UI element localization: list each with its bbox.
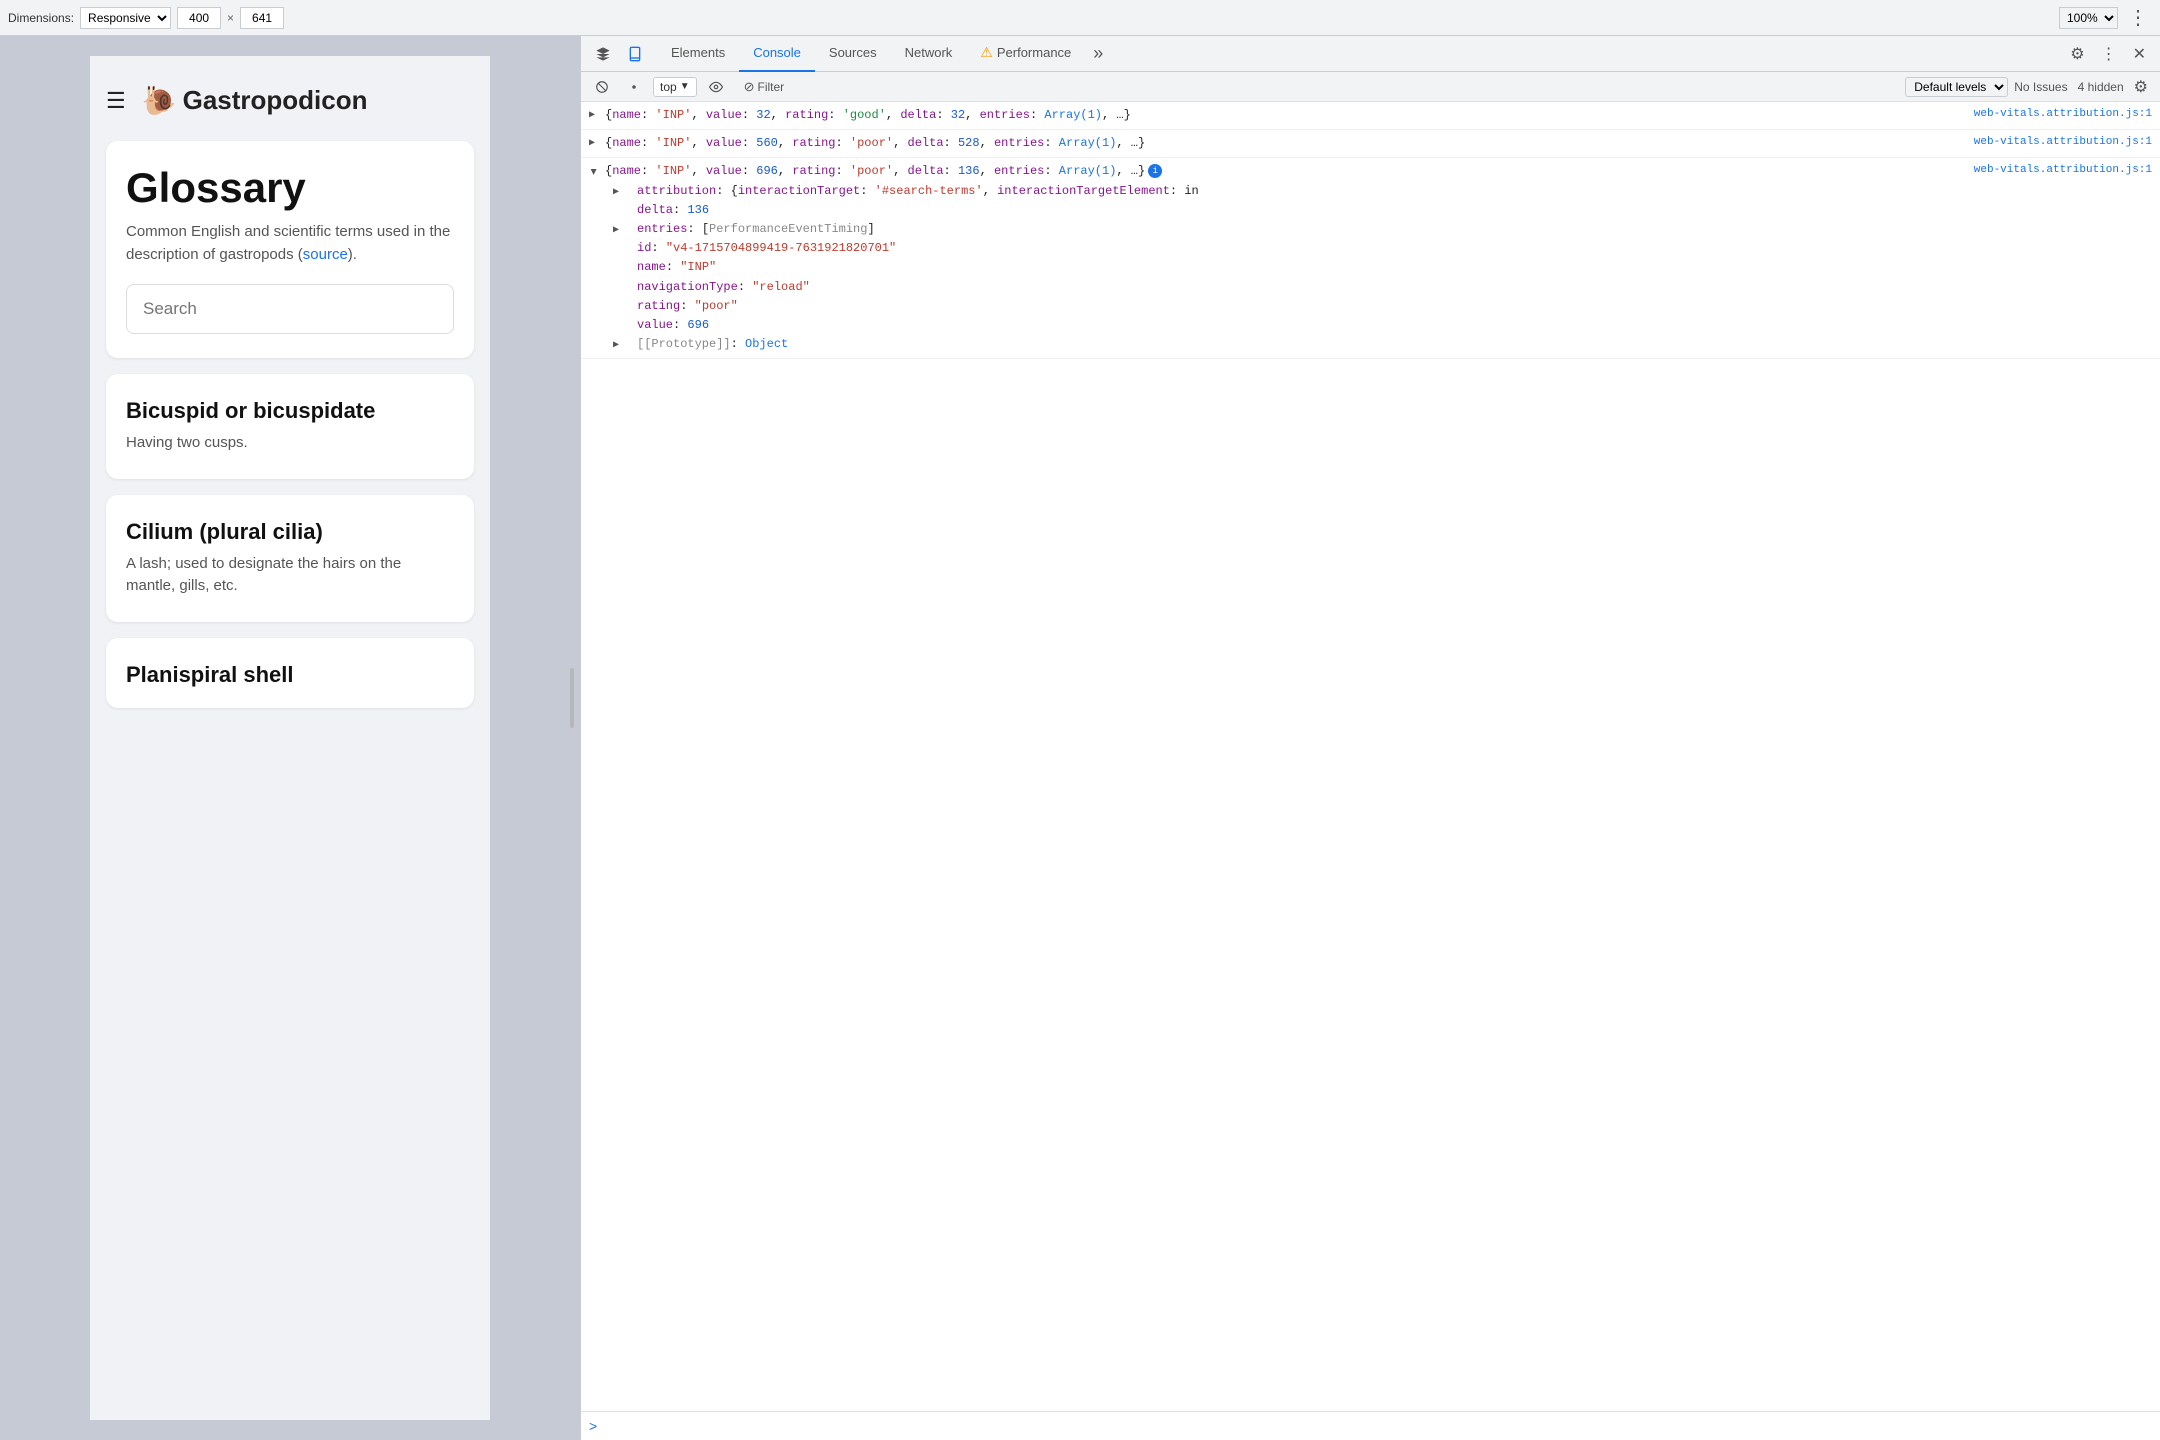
- prop-delta: delta: 136: [621, 201, 2152, 220]
- prop-navigation-type: navigationType: "reload": [621, 278, 2152, 297]
- preview-inner: ☰ 🐌 Gastropodicon Glossary Common Englis…: [90, 56, 490, 1420]
- levels-select[interactable]: Default levels: [1905, 77, 2008, 97]
- responsive-select[interactable]: Responsive: [80, 7, 171, 29]
- expand-triangle-attribution[interactable]: ▶: [613, 185, 619, 201]
- height-input[interactable]: [240, 7, 284, 29]
- main-area: ☰ 🐌 Gastropodicon Glossary Common Englis…: [0, 36, 2160, 1440]
- devtools-topbar: Elements Console Sources Network ⚠ Perfo…: [581, 36, 2160, 72]
- term-card-1: Cilium (plural cilia) A lash; used to de…: [106, 495, 474, 622]
- glossary-title: Glossary: [126, 165, 454, 211]
- console-gear-btn[interactable]: ⚙: [2130, 75, 2152, 99]
- prop-name: name: "INP": [621, 258, 2152, 277]
- console-prompt-input[interactable]: [601, 1419, 2152, 1433]
- console-entry-2: ▶ web-vitals.attribution.js:1 {name: 'IN…: [581, 130, 2160, 158]
- term-desc-0: Having two cusps.: [126, 432, 454, 455]
- site-title: Gastropodicon: [183, 85, 368, 116]
- tab-elements[interactable]: Elements: [657, 36, 739, 72]
- close-devtools-btn[interactable]: ✕: [2127, 40, 2152, 68]
- console-secondary-bar: top ▼ ⊘ Filter Default levels No Issues …: [581, 72, 2160, 102]
- term-title-0: Bicuspid or bicuspidate: [126, 398, 454, 424]
- chevron-down-icon: ▼: [680, 81, 690, 92]
- devtools-right-icons: ⚙ ⋮ ✕: [2064, 40, 2152, 68]
- tab-network[interactable]: Network: [891, 36, 967, 72]
- prop-entries: ▶ entries: [PerformanceEventTiming]: [621, 220, 2152, 239]
- top-context-selector[interactable]: top ▼: [653, 77, 697, 97]
- eye-icon-btn[interactable]: [703, 78, 729, 96]
- prop-attribution: ▶ attribution: {interactionTarget: '#sea…: [621, 182, 2152, 201]
- warning-icon: ⚠: [980, 44, 993, 61]
- source-link-1[interactable]: web-vitals.attribution.js:1: [1974, 106, 2152, 124]
- zoom-select[interactable]: 100%: [2059, 7, 2118, 29]
- search-input[interactable]: [126, 284, 454, 334]
- device-toolbar-btn[interactable]: [621, 42, 649, 66]
- source-link-3[interactable]: web-vitals.attribution.js:1: [1974, 162, 2152, 180]
- funnel-icon: ⊘: [744, 79, 755, 95]
- term-title-2: Planispiral shell: [126, 662, 454, 688]
- glossary-description: Common English and scientific terms used…: [126, 221, 454, 266]
- prompt-chevron-icon: >: [589, 1418, 597, 1434]
- site-logo: 🐌 Gastropodicon: [142, 84, 368, 117]
- console-output: ▶ web-vitals.attribution.js:1 {name: 'IN…: [581, 102, 2160, 1411]
- tab-performance-label: Performance: [997, 45, 1071, 60]
- clear-console-btn[interactable]: [589, 78, 615, 96]
- prop-id: id: "v4-1715704899419-7631921820701": [621, 239, 2152, 258]
- term-desc-1: A lash; used to designate the hairs on t…: [126, 553, 454, 598]
- expand-triangle-2[interactable]: ▶: [589, 136, 595, 152]
- term-card-2: Planispiral shell: [106, 638, 474, 708]
- settings-btn[interactable]: ⚙: [2064, 40, 2090, 68]
- term-title-1: Cilium (plural cilia): [126, 519, 454, 545]
- source-link-2[interactable]: web-vitals.attribution.js:1: [1974, 134, 2152, 152]
- entry3-children: ▶ attribution: {interactionTarget: '#sea…: [605, 182, 2152, 355]
- hidden-badge: 4 hidden: [2078, 80, 2124, 94]
- snail-icon: 🐌: [142, 84, 177, 117]
- console-settings-btn[interactable]: [621, 78, 647, 96]
- info-badge: i: [1148, 164, 1162, 178]
- devtools-tabs: Elements Console Sources Network ⚠ Perfo…: [657, 36, 1111, 72]
- dimensions-label: Dimensions:: [8, 11, 74, 25]
- devtools-panel: Elements Console Sources Network ⚠ Perfo…: [580, 36, 2160, 1440]
- no-issues-label: No Issues: [2014, 80, 2067, 94]
- browser-top-bar: Dimensions: Responsive × 100% ⋮: [0, 0, 2160, 36]
- console-prompt: >: [581, 1411, 2160, 1440]
- console-entry-1: ▶ web-vitals.attribution.js:1 {name: 'IN…: [581, 102, 2160, 130]
- filter-btn[interactable]: ⊘ Filter: [735, 76, 794, 98]
- term-card-0: Bicuspid or bicuspidate Having two cusps…: [106, 374, 474, 479]
- source-link[interactable]: source: [303, 246, 348, 263]
- glossary-desc-pre: Common English and scientific terms used…: [126, 223, 450, 263]
- expand-triangle-1[interactable]: ▶: [589, 108, 595, 124]
- glossary-card: Glossary Common English and scientific t…: [106, 141, 474, 358]
- prop-value: value: 696: [621, 316, 2152, 335]
- tab-sources[interactable]: Sources: [815, 36, 891, 72]
- site-header: ☰ 🐌 Gastropodicon: [106, 76, 474, 125]
- glossary-desc-post: ).: [348, 246, 357, 263]
- inspect-element-btn[interactable]: [589, 42, 617, 66]
- expand-triangle-proto[interactable]: ▶: [613, 338, 619, 354]
- preview-pane: ☰ 🐌 Gastropodicon Glossary Common Englis…: [0, 36, 580, 1440]
- more-tabs-btn[interactable]: »: [1085, 36, 1111, 72]
- tab-performance[interactable]: ⚠ Performance: [966, 36, 1085, 72]
- hamburger-icon[interactable]: ☰: [106, 88, 126, 114]
- top-context-label: top: [660, 80, 677, 94]
- scroll-handle: [570, 668, 574, 728]
- dimension-separator: ×: [227, 11, 234, 25]
- more-options-btn[interactable]: ⋮: [2095, 40, 2123, 68]
- filter-label: Filter: [758, 80, 785, 94]
- more-menu-btn[interactable]: ⋮: [2124, 8, 2152, 28]
- prop-prototype: ▶ [[Prototype]]: Object: [621, 335, 2152, 354]
- expand-triangle-entries[interactable]: ▶: [613, 223, 619, 239]
- console-entry-3: ▶ web-vitals.attribution.js:1 {name: 'IN…: [581, 158, 2160, 359]
- width-input[interactable]: [177, 7, 221, 29]
- expand-triangle-3[interactable]: ▶: [584, 169, 600, 175]
- prop-rating: rating: "poor": [621, 297, 2152, 316]
- tab-console[interactable]: Console: [739, 36, 815, 72]
